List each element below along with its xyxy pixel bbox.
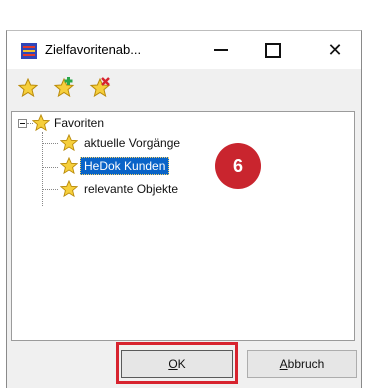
cancel-button[interactable]: Abbruch — [247, 350, 357, 378]
favorites-tree[interactable]: Favoriten aktuelle Vorgänge HeDok Kunden… — [11, 111, 355, 341]
star-icon — [18, 78, 38, 98]
favorite-star-icon — [60, 180, 78, 198]
collapse-expander[interactable] — [18, 119, 27, 128]
tree-line — [42, 143, 58, 144]
minimize-icon — [214, 49, 228, 51]
ok-button-label: OK — [168, 357, 186, 371]
maximize-icon — [265, 42, 281, 58]
tree-line — [42, 167, 58, 168]
minimize-button[interactable] — [199, 31, 243, 69]
tree-item-relevante-objekte[interactable]: relevante Objekte — [84, 182, 178, 196]
favorite-star-icon — [60, 157, 78, 175]
close-icon: ✕ — [327, 39, 343, 60]
cancel-button-label: Abbruch — [279, 357, 325, 371]
remove-favorite-button[interactable] — [87, 75, 113, 101]
title-bar: Zielfavoritenab... ✕ — [7, 31, 361, 69]
tree-item-hedok-kunden[interactable]: HeDok Kunden — [80, 157, 170, 175]
window-title: Zielfavoritenab... — [45, 42, 142, 57]
tree-item-aktuelle-vorgaenge[interactable]: aktuelle Vorgänge — [84, 136, 180, 150]
add-favorite-button[interactable] — [15, 75, 41, 101]
background-strip — [0, 0, 366, 32]
tree-root-label[interactable]: Favoriten — [54, 116, 104, 130]
add-subfavorite-button[interactable] — [51, 75, 77, 101]
folder-star-icon — [32, 114, 50, 132]
maximize-button[interactable] — [251, 31, 295, 69]
favorite-star-icon — [60, 134, 78, 152]
step-callout-badge: 6 — [215, 143, 261, 189]
ok-button[interactable]: OK — [121, 350, 233, 378]
close-button[interactable]: ✕ — [313, 31, 357, 69]
dialog-window: Zielfavoritenab... ✕ Favoriten aktuelle … — [6, 30, 362, 388]
star-add-icon — [53, 77, 75, 98]
star-remove-icon — [89, 77, 111, 98]
app-icon — [21, 43, 37, 59]
toolbar — [7, 69, 361, 109]
tree-line — [42, 189, 58, 190]
